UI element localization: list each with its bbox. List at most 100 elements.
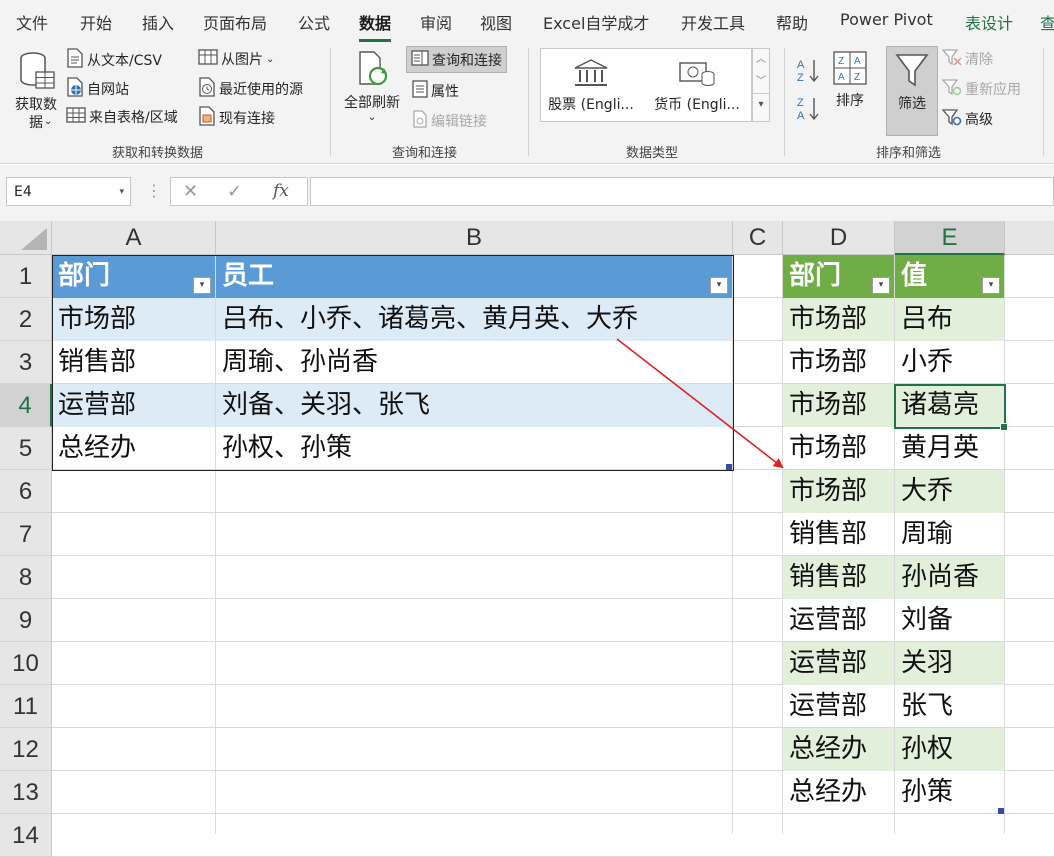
tab-table-design[interactable]: 表设计: [965, 10, 1013, 34]
from-web-button[interactable]: 自网站: [66, 77, 129, 101]
gallery-expand-icon[interactable]: ▾: [753, 93, 769, 116]
clear-label: 清除: [965, 52, 993, 68]
get-data-button[interactable]: 获取数 据 ⌄: [8, 50, 64, 132]
text-file-icon: [66, 48, 84, 72]
edit-links-button[interactable]: 编辑链接: [412, 110, 487, 132]
recent-sources-button[interactable]: 最近使用的源: [198, 77, 303, 101]
sort-za-icon: Z A: [797, 97, 819, 122]
red-arrow-line: [616, 338, 784, 469]
filter-label: 筛选: [898, 96, 926, 112]
gallery-scroll[interactable]: ︿ ﹀ ▾: [752, 48, 770, 122]
funnel-icon: [895, 54, 929, 87]
scroll-down-icon[interactable]: ﹀: [753, 71, 769, 93]
get-data-label: 获取数 据: [15, 97, 57, 131]
queries-pane-icon: [411, 49, 429, 70]
from-table-range-button[interactable]: 来自表格/区域: [66, 106, 178, 128]
database-icon: [20, 52, 55, 89]
scroll-up-icon[interactable]: ︿: [753, 49, 769, 71]
from-text-csv-button[interactable]: 从文本/CSV: [66, 48, 162, 72]
chevron-down-icon: ⌄: [44, 116, 53, 127]
group-label-sort-filter: 排序和筛选: [876, 146, 942, 161]
properties-icon: [412, 80, 428, 102]
cancel-icon[interactable]: ✕: [183, 181, 198, 202]
chevron-down-icon: ⌄: [367, 112, 377, 123]
clear-filter-button[interactable]: 清除: [941, 48, 993, 70]
name-box-value: E4: [14, 184, 32, 200]
annotation-arrow: [616, 338, 784, 469]
tab-view[interactable]: 视图: [480, 10, 512, 34]
tab-developer[interactable]: 开发工具: [681, 10, 745, 34]
group-label-get-transform: 获取和转换数据: [112, 146, 204, 161]
spreadsheet-grid[interactable]: A B C D E 1 2 3 4 5 6 7 8 9 10 11 12 13 14 部门 ▾ 员工 ▾ 市场部吕…: [0, 221, 1054, 857]
tab-review[interactable]: 审阅: [420, 10, 452, 34]
sort-az-icon: A Z: [797, 59, 819, 84]
tab-help[interactable]: 帮助: [776, 10, 808, 34]
properties-button[interactable]: 属性: [412, 80, 459, 102]
sort-button[interactable]: Z A A Z 排序: [828, 50, 872, 110]
formula-input[interactable]: [310, 177, 1054, 206]
svg-text:Z: Z: [838, 56, 844, 67]
tab-insert[interactable]: 插入: [142, 10, 174, 34]
drag-handle-icon[interactable]: ⋮: [146, 181, 162, 200]
from-web-label: 自网站: [87, 82, 129, 98]
advanced-filter-button[interactable]: 高级: [941, 108, 993, 130]
refresh-icon: [359, 51, 388, 86]
refresh-all-label: 全部刷新: [344, 95, 400, 111]
svg-text:A: A: [854, 56, 861, 67]
svg-text:A: A: [838, 72, 845, 83]
from-picture-label: 从图片: [221, 52, 263, 68]
tab-home[interactable]: 开始: [80, 10, 112, 34]
queries-connections-label: 查询和连接: [432, 52, 502, 69]
svg-text:Z: Z: [797, 97, 804, 109]
tab-page-layout[interactable]: 页面布局: [203, 10, 267, 34]
properties-label: 属性: [431, 84, 459, 100]
advanced-label: 高级: [965, 112, 993, 128]
existing-connections-label: 现有连接: [219, 111, 275, 127]
sort-label: 排序: [836, 93, 864, 109]
enter-icon[interactable]: ✓: [227, 181, 242, 202]
edit-links-label: 编辑链接: [431, 114, 487, 130]
currencies-label: 货币 (Engli...: [654, 97, 740, 113]
tab-data[interactable]: 数据: [359, 10, 392, 42]
existing-connections-button[interactable]: 现有连接: [198, 106, 275, 130]
refresh-all-button[interactable]: 全部刷新 ⌄: [340, 50, 404, 123]
svg-text:A: A: [797, 59, 805, 71]
sort-ascending-button[interactable]: A Z: [796, 56, 822, 84]
group-label-data-types: 数据类型: [626, 146, 679, 161]
table-icon: [66, 106, 86, 128]
sort-descending-button[interactable]: Z A: [796, 94, 822, 122]
web-icon: [66, 77, 84, 101]
chevron-down-icon[interactable]: ▾: [119, 187, 124, 197]
currency-icon: [679, 62, 715, 86]
reapply-button[interactable]: 重新应用: [941, 78, 1021, 100]
group-separator: [784, 48, 785, 156]
stocks-data-type-button[interactable]: 股票 (Engli...: [545, 58, 637, 114]
svg-text:Z: Z: [854, 72, 860, 83]
bank-icon: [574, 59, 608, 86]
from-table-range-label: 来自表格/区域: [89, 110, 178, 126]
svg-text:Z: Z: [797, 72, 804, 84]
from-picture-button[interactable]: 从图片 ⌄: [198, 48, 274, 70]
chevron-down-icon: ⌄: [266, 53, 275, 65]
group-separator: [330, 48, 331, 156]
sort-dialog-icon: Z A A Z: [833, 51, 867, 85]
reapply-label: 重新应用: [965, 82, 1021, 98]
tab-power-pivot[interactable]: Power Pivot: [840, 10, 933, 29]
filter-button[interactable]: 筛选: [886, 46, 938, 136]
formula-bar: E4 ▾ ⋮ ✕ ✓ fx: [0, 165, 1054, 221]
ribbon: 获取数 据 ⌄ 从文本/CSV 自网站 来自表格/区域 从图片 ⌄ 最近使用的源: [0, 42, 1054, 164]
picture-table-icon: [198, 48, 218, 70]
name-box[interactable]: E4 ▾: [6, 177, 131, 206]
tab-excel-self-study[interactable]: Excel自学成才: [543, 10, 649, 34]
tab-query[interactable]: 查: [1040, 10, 1054, 34]
svg-text:A: A: [797, 110, 805, 122]
from-text-csv-label: 从文本/CSV: [87, 53, 162, 69]
reapply-icon: [941, 78, 962, 100]
queries-connections-button[interactable]: 查询和连接: [406, 46, 507, 73]
tab-file[interactable]: 文件: [16, 10, 48, 34]
insert-function-icon[interactable]: fx: [273, 181, 289, 201]
tab-formulas[interactable]: 公式: [298, 10, 330, 34]
stocks-label: 股票 (Engli...: [548, 97, 634, 113]
currencies-data-type-button[interactable]: 货币 (Engli...: [647, 58, 747, 114]
formula-buttons: ✕ ✓ fx: [170, 177, 308, 206]
